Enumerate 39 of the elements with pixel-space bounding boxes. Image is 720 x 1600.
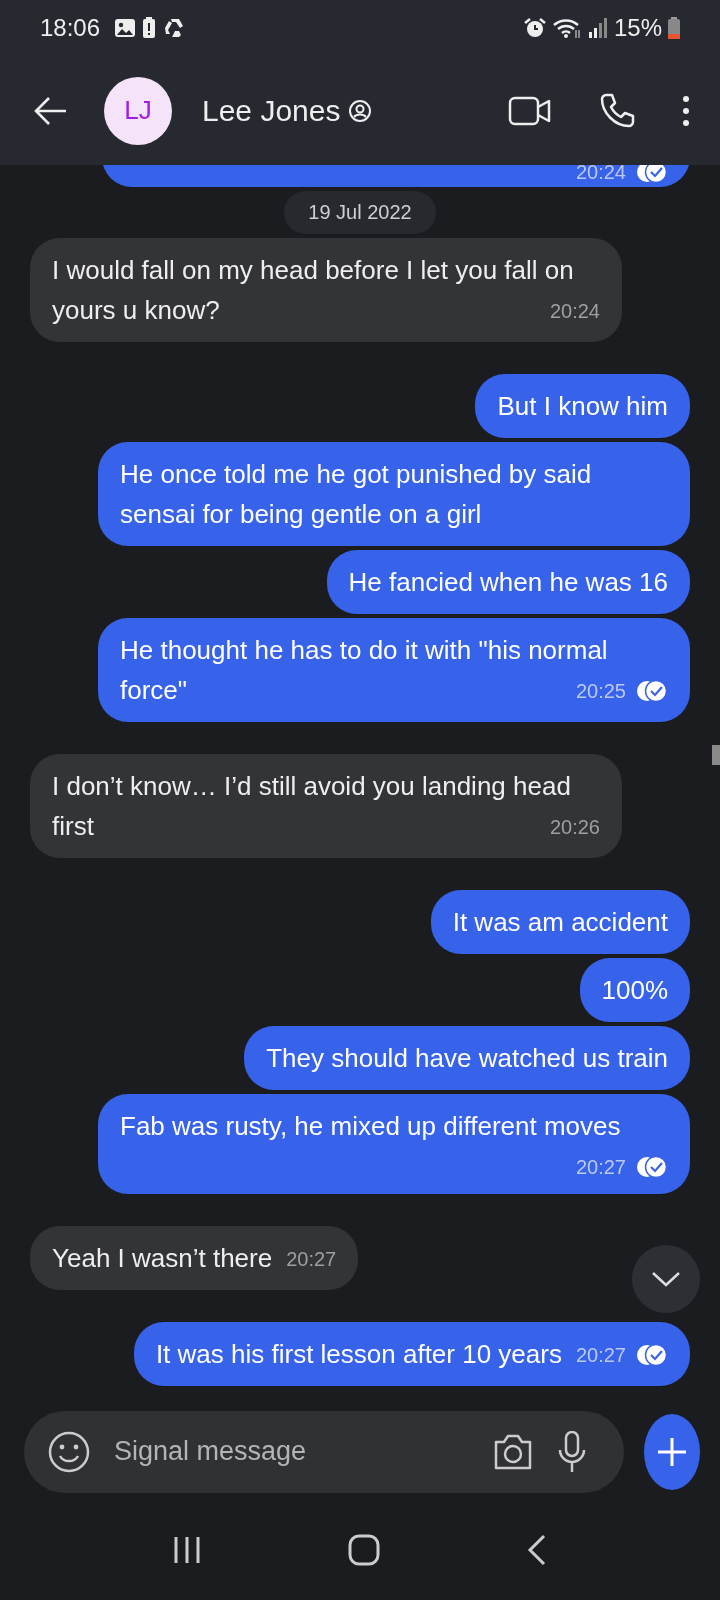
recent-apps-icon[interactable]: [173, 1535, 202, 1565]
incoming-message[interactable]: Yeah I wasn’t there 20:27: [30, 1226, 359, 1290]
plus-icon: [657, 1436, 687, 1467]
chevron-down-icon: [651, 1270, 681, 1288]
outgoing-message[interactable]: He thought he has to do it with "his normal force" 20:25: [98, 618, 690, 722]
battery-icon: [668, 17, 680, 39]
battery-alert-icon: [142, 17, 157, 39]
outgoing-message[interactable]: He fancied when he was 16: [326, 550, 690, 614]
emoji-icon[interactable]: [48, 1430, 90, 1473]
date-divider: 19 Jul 2022: [284, 191, 436, 234]
signal-icon: [587, 17, 608, 39]
status-time: 18:06: [40, 14, 101, 42]
camera-icon[interactable]: [492, 1432, 534, 1471]
wifi-icon: [551, 17, 582, 39]
alarm-icon: [523, 17, 546, 39]
outgoing-message[interactable]: It was am accident: [430, 890, 690, 954]
message-input-field[interactable]: Signal message: [112, 1435, 470, 1468]
microphone-icon[interactable]: [556, 1430, 588, 1473]
avatar[interactable]: LJ: [104, 76, 172, 145]
video-call-icon[interactable]: [508, 94, 552, 127]
outgoing-message[interactable]: It was his first lesson after 10 years 20:27: [133, 1322, 690, 1386]
outgoing-message[interactable]: But I know him: [475, 374, 690, 438]
outgoing-message[interactable]: 20:24: [102, 165, 690, 187]
outgoing-message[interactable]: He once told me he got punished by said sensai for being gentle on a girl: [98, 442, 690, 546]
person-circle-icon: [348, 98, 373, 123]
back-icon[interactable]: [526, 1534, 547, 1566]
back-arrow-icon[interactable]: [34, 95, 68, 126]
more-options-icon[interactable]: [682, 94, 690, 127]
outgoing-message[interactable]: They should have watched us train: [244, 1026, 690, 1090]
incoming-message[interactable]: I don’t know… I’d still avoid you landing head first 20:26: [30, 754, 622, 858]
incoming-message[interactable]: I would fall on my head before I let you fall on yours u know? 20:24: [30, 238, 622, 342]
outgoing-message[interactable]: Fab was rusty, he mixed up different moves 20:27: [98, 1094, 690, 1194]
image-icon: [114, 18, 137, 38]
phone-icon[interactable]: [598, 91, 636, 130]
outgoing-message[interactable]: 100%: [579, 958, 690, 1022]
scrollbar-thumb: [712, 745, 720, 765]
home-icon[interactable]: [348, 1534, 380, 1566]
battery-percent: 15%: [613, 14, 662, 42]
contact-name[interactable]: Lee Jones: [202, 93, 341, 128]
